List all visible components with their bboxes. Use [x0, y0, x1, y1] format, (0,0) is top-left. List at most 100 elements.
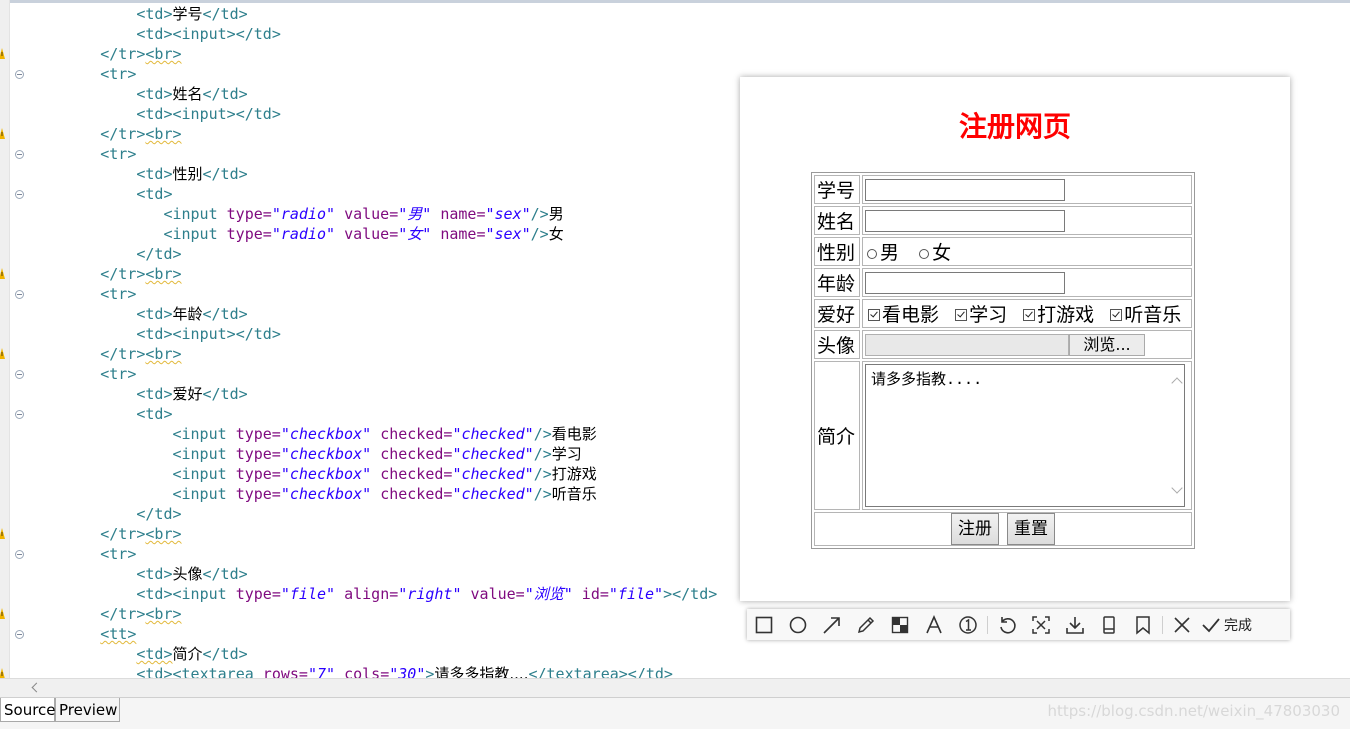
code-text: </tr><br>	[100, 604, 181, 624]
hobby-games-label: 打游戏	[1037, 304, 1095, 326]
code-line[interactable]: <td>姓名</td>	[0, 84, 740, 104]
checkbox-music[interactable]	[1110, 308, 1123, 321]
ocr-tool[interactable]	[1024, 609, 1058, 640]
code-line[interactable]: <td>年龄</td>	[0, 304, 740, 324]
done-button[interactable]: 完成	[1201, 615, 1252, 635]
fold-toggle-icon[interactable]	[15, 190, 24, 199]
code-line[interactable]: <tr>	[0, 364, 740, 384]
text-tool[interactable]	[917, 609, 951, 640]
code-line[interactable]: <td>头像</td>	[0, 564, 740, 584]
code-token: 简介	[172, 645, 203, 663]
checkbox-study[interactable]	[955, 308, 968, 321]
warning-icon[interactable]	[0, 48, 5, 59]
gender-option-male[interactable]: 男	[865, 242, 899, 264]
code-line[interactable]: </td>	[0, 244, 740, 264]
scroll-up-icon[interactable]	[1171, 377, 1183, 389]
code-token: name=	[440, 225, 486, 243]
student-id-input[interactable]	[865, 178, 1065, 201]
warning-icon[interactable]	[0, 608, 5, 619]
code-line[interactable]: <input type="radio" value="女" name="sex"…	[0, 224, 740, 244]
code-line[interactable]: </tr><br>	[0, 524, 740, 544]
code-lines[interactable]: <td>学号</td> <td><input></td> </tr><br> <tr>…	[0, 4, 740, 678]
fold-toggle-icon[interactable]	[15, 550, 24, 559]
radio-male[interactable]	[867, 248, 877, 259]
tab-source[interactable]: Source	[0, 698, 56, 722]
code-line[interactable]: <td>	[0, 184, 740, 204]
warning-icon[interactable]	[0, 128, 5, 139]
code-line[interactable]: <td><input></td>	[0, 24, 740, 44]
bookmark-tool[interactable]	[1126, 609, 1160, 640]
pin-tool[interactable]	[1092, 609, 1126, 640]
warning-icon[interactable]	[0, 668, 5, 678]
code-line[interactable]: <input type="checkbox" checked="checked"…	[0, 424, 740, 444]
code-line[interactable]: </tr><br>	[0, 344, 740, 364]
name-input[interactable]	[865, 209, 1065, 232]
code-line[interactable]: <td><textarea rows="7" cols="30">请多多指教..…	[0, 664, 740, 678]
fold-toggle-icon[interactable]	[15, 370, 24, 379]
warning-icon[interactable]	[0, 348, 5, 359]
fold-toggle-icon[interactable]	[15, 290, 24, 299]
code-token: </td>	[136, 505, 182, 523]
code-line[interactable]: <tr>	[0, 284, 740, 304]
fold-toggle-icon[interactable]	[15, 70, 24, 79]
hobby-option-movies[interactable]: 看电影	[865, 304, 939, 326]
pencil-tool[interactable]	[849, 609, 883, 640]
screenshot-toolbar: 完成	[747, 609, 1290, 640]
radio-female[interactable]	[919, 248, 930, 259]
code-line[interactable]: </tr><br>	[0, 264, 740, 284]
code-line[interactable]: <tt>	[0, 624, 740, 644]
code-line[interactable]: </tr><br>	[0, 604, 740, 624]
code-line[interactable]: <td>爱好</td>	[0, 384, 740, 404]
fold-toggle-icon[interactable]	[15, 150, 24, 159]
tab-preview[interactable]: Preview	[55, 698, 120, 722]
warning-icon[interactable]	[0, 528, 5, 539]
checkbox-movies[interactable]	[868, 308, 880, 321]
avatar-label: 头像	[814, 330, 860, 359]
submit-button[interactable]: 注册	[950, 513, 999, 545]
code-line[interactable]: <td><input></td>	[0, 324, 740, 344]
hobby-option-games[interactable]: 打游戏	[1013, 304, 1094, 326]
code-line[interactable]: </td>	[0, 504, 740, 524]
code-line[interactable]: <td>性别</td>	[0, 164, 740, 184]
reset-button[interactable]: 重置	[1007, 513, 1056, 545]
scroll-down-icon[interactable]	[1171, 482, 1183, 494]
age-input[interactable]	[865, 271, 1065, 294]
code-line[interactable]: <input type="checkbox" checked="checked"…	[0, 444, 740, 464]
code-line[interactable]: <td>简介</td>	[0, 644, 740, 664]
checkbox-games[interactable]	[1023, 308, 1036, 321]
mosaic-tool[interactable]	[883, 609, 917, 640]
code-line[interactable]: <td>学号</td>	[0, 4, 740, 24]
code-line[interactable]: <tr>	[0, 64, 740, 84]
code-line[interactable]: <td>	[0, 404, 740, 424]
hobby-option-study[interactable]: 学习	[945, 304, 1007, 326]
undo-tool[interactable]	[990, 609, 1024, 640]
close-button[interactable]	[1165, 609, 1199, 640]
code-line[interactable]: <input type="checkbox" checked="checked"…	[0, 484, 740, 504]
browse-button[interactable]: 浏览...	[1069, 333, 1145, 356]
code-token: 年龄	[172, 305, 203, 323]
file-path-field[interactable]	[865, 333, 1069, 356]
code-line[interactable]: <td><input type="file" align="right" val…	[0, 584, 740, 604]
download-tool[interactable]	[1058, 609, 1092, 640]
gender-option-female[interactable]: 女	[917, 242, 951, 264]
code-line[interactable]: <tr>	[0, 544, 740, 564]
code-line[interactable]: <td><input></td>	[0, 104, 740, 124]
fold-toggle-icon[interactable]	[15, 630, 24, 639]
code-line[interactable]: <tr>	[0, 144, 740, 164]
warning-icon[interactable]	[0, 268, 5, 279]
arrow-tool[interactable]	[815, 609, 849, 640]
number-tool[interactable]	[951, 609, 985, 640]
intro-textarea[interactable]: 请多多指教....	[865, 364, 1185, 507]
code-line[interactable]: <input type="radio" value="男" name="sex"…	[0, 204, 740, 224]
code-line[interactable]: </tr><br>	[0, 124, 740, 144]
hobby-option-music[interactable]: 听音乐	[1100, 304, 1181, 326]
code-line[interactable]: <input type="checkbox" checked="checked"…	[0, 464, 740, 484]
fold-toggle-icon[interactable]	[15, 410, 24, 419]
code-text: <td>姓名</td>	[136, 84, 247, 104]
circle-tool[interactable]	[781, 609, 815, 640]
rectangle-tool[interactable]	[747, 609, 781, 640]
code-line[interactable]: </tr><br>	[0, 44, 740, 64]
scroll-left-icon[interactable]	[31, 682, 42, 693]
horizontal-scrollbar[interactable]	[0, 678, 1350, 697]
